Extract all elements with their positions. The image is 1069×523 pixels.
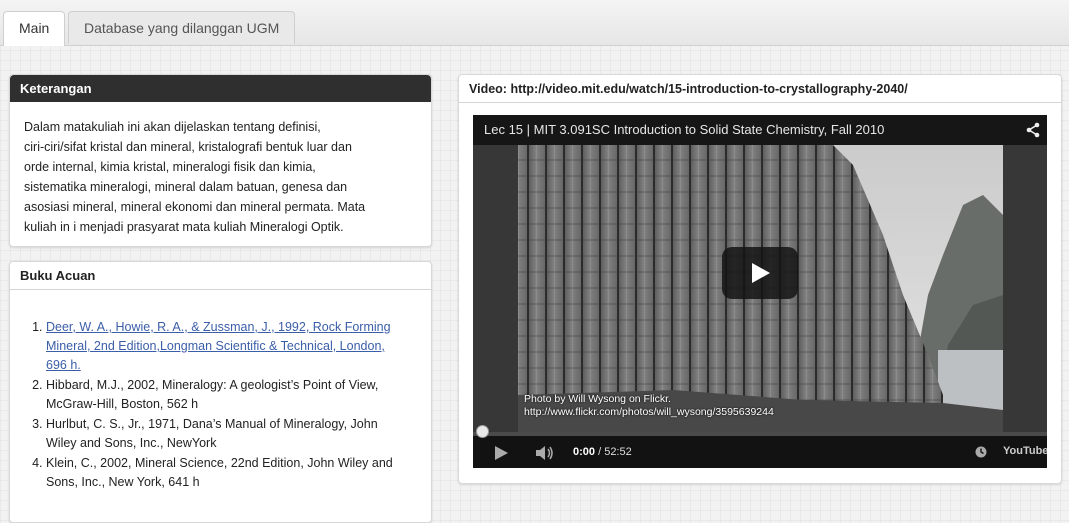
photo-credit: Photo by Will Wysong on Flickr. http://w…	[524, 393, 774, 419]
video-player[interactable]: Lec 15 | MIT 3.091SC Introduction to Sol…	[473, 115, 1047, 468]
photo-credit-url: http://www.flickr.com/photos/will_wysong…	[524, 406, 774, 418]
photo-credit-line: Photo by Will Wysong on Flickr.	[524, 393, 671, 405]
tab-bar: Main Database yang dilanggan UGM	[0, 0, 1069, 46]
time-current: 0:00	[573, 446, 596, 458]
tab-main[interactable]: Main	[3, 11, 66, 46]
keterangan-title: Keterangan	[10, 75, 431, 102]
progress-bar[interactable]	[473, 425, 1047, 438]
buku-acuan-panel: Buku Acuan Deer, W. A., Howie, R. A., & …	[9, 261, 432, 523]
keterangan-panel: Keterangan Dalam matakuliah ini akan dij…	[9, 74, 432, 247]
reference-list: Deer, W. A., Howie, R. A., & Zussman, J.…	[10, 290, 431, 492]
clock-icon[interactable]	[975, 446, 987, 458]
share-icon[interactable]	[1025, 122, 1041, 138]
reference-item: Klein, C., 2002, Mineral Science, 22nd E…	[46, 454, 413, 492]
description-line: sistematika mineralogi, mineral dalam ba…	[24, 180, 348, 194]
tab-database-ugm[interactable]: Database yang dilanggan UGM	[68, 11, 296, 44]
video-title[interactable]: Lec 15 | MIT 3.091SC Introduction to Sol…	[484, 122, 884, 137]
video-thumbnail[interactable]: Photo by Will Wysong on Flickr. http://w…	[473, 145, 1047, 436]
time-display: 0:00 / 52:52	[573, 446, 632, 458]
reference-item: Deer, W. A., Howie, R. A., & Zussman, J.…	[46, 318, 413, 375]
time-total: / 52:52	[595, 446, 632, 458]
keterangan-description: Dalam matakuliah ini akan dijelaskan ten…	[10, 102, 431, 237]
reference-item: Hurlbut, C. S., Jr., 1971, Dana’s Manual…	[46, 415, 413, 453]
video-controls: 0:00 / 52:52 YouTube	[473, 425, 1047, 468]
play-button[interactable]	[722, 247, 798, 299]
description-line: kuliah in i menjadi prasyarat mata kulia…	[24, 220, 344, 234]
progress-handle[interactable]	[476, 425, 489, 438]
reference-item: Hibbard, M.J., 2002, Mineralogy: A geolo…	[46, 376, 413, 414]
video-heading: Video: http://video.mit.edu/watch/15-int…	[459, 75, 1061, 103]
reference-link-deer[interactable]: Deer, W. A., Howie, R. A., & Zussman, J.…	[46, 320, 391, 372]
volume-icon[interactable]	[535, 445, 555, 461]
youtube-label: YouTube	[1003, 445, 1047, 457]
play-icon	[752, 263, 770, 283]
buku-acuan-title: Buku Acuan	[10, 262, 431, 290]
description-line: ciri-ciri/sifat kristal dan mineral, kri…	[24, 140, 352, 154]
description-line: asosiasi mineral, mineral ekonomi dan mi…	[24, 200, 366, 214]
youtube-logo[interactable]: YouTube	[1003, 445, 1047, 457]
video-title-bar: Lec 15 | MIT 3.091SC Introduction to Sol…	[473, 115, 1047, 145]
description-line: orde internal, kimia kristal, mineralogi…	[24, 160, 316, 174]
description-line: Dalam matakuliah ini akan dijelaskan ten…	[24, 120, 321, 134]
play-control-icon[interactable]	[493, 445, 509, 461]
